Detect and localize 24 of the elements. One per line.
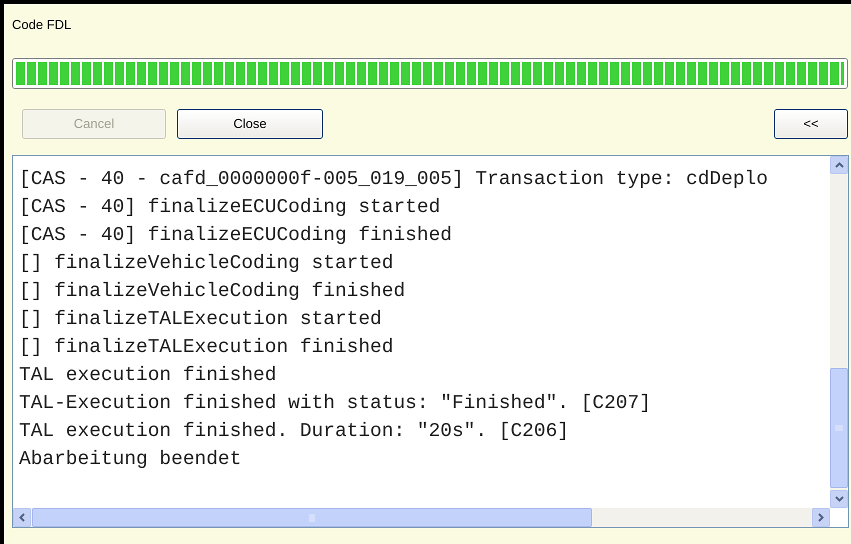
log-line: [CAS - 40] finalizeECUCoding started — [19, 195, 440, 220]
vertical-scrollbar[interactable] — [830, 156, 848, 508]
log-line: TAL execution finished — [19, 363, 276, 388]
grip-icon — [308, 514, 316, 522]
window-title: Code FDL — [12, 16, 72, 34]
horizontal-scrollbar[interactable] — [13, 508, 830, 527]
log-line: [CAS - 40 - cafd_0000000f-005_019_005] Transaction type: cdDeplo — [19, 167, 768, 192]
scroll-up-button[interactable] — [830, 156, 848, 174]
scroll-right-button[interactable] — [812, 508, 830, 527]
grip-icon — [835, 424, 843, 432]
log-line: [] finalizeTALExecution finished — [19, 335, 394, 360]
log-line: [CAS - 40] finalizeECUCoding finished — [19, 223, 452, 248]
log-line: Abarbeitung beendet — [19, 447, 242, 472]
log-line: [] finalizeVehicleCoding finished — [19, 279, 406, 304]
collapse-button[interactable]: << — [774, 108, 848, 138]
log-line: [] finalizeVehicleCoding started — [19, 251, 394, 276]
scroll-thumb[interactable] — [32, 508, 592, 527]
close-button[interactable]: Close — [177, 108, 323, 138]
log-line: [] finalizeTALExecution started — [19, 307, 382, 332]
scroll-thumb[interactable] — [830, 368, 848, 488]
log-line: TAL-Execution finished with status: "Finished". [C207] — [19, 391, 651, 416]
scroll-down-button[interactable] — [830, 490, 848, 508]
log-line: TAL execution finished. Duration: "20s". [C206] — [19, 419, 569, 444]
scroll-left-button[interactable] — [13, 508, 31, 527]
